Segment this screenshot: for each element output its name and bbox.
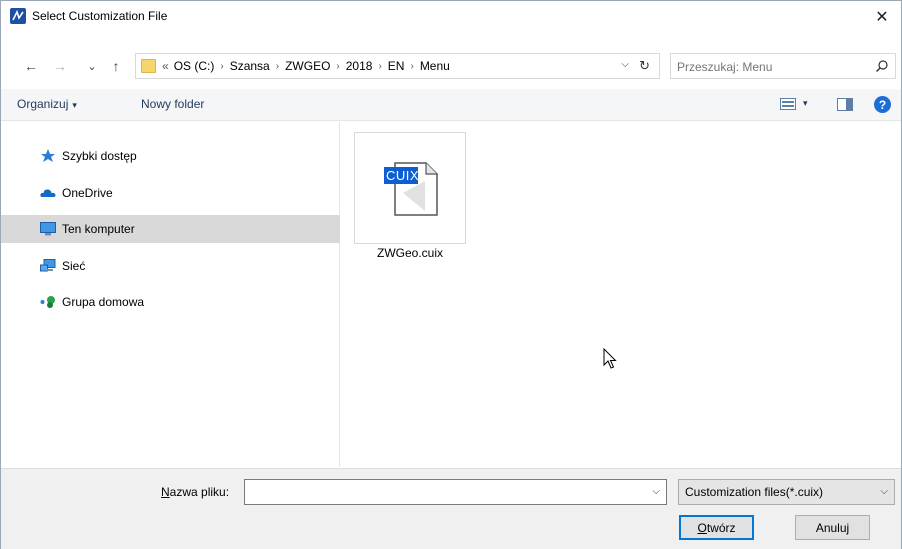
sidebar-item-label: Szybki dostęp bbox=[62, 149, 137, 163]
sidebar-item-label: Ten komputer bbox=[62, 222, 135, 236]
breadcrumb-separator-icon[interactable]: › bbox=[378, 61, 381, 72]
file-type-select[interactable]: Customization files(*.cuix) ⌵ bbox=[678, 479, 895, 505]
organize-label: Organizuj bbox=[17, 97, 69, 111]
breadcrumb-item[interactable]: EN bbox=[388, 59, 405, 73]
file-dialog: Select Customization File ✕ ← → ⌄ ↑ « OS… bbox=[0, 0, 902, 549]
new-folder-button[interactable]: Nowy folder bbox=[141, 97, 204, 111]
cloud-icon bbox=[40, 189, 56, 197]
folder-icon bbox=[141, 59, 156, 73]
open-button[interactable]: Otwórz bbox=[679, 515, 754, 540]
breadcrumb: « OS (C:) › Szansa › ZWGEO › 2018 › EN ›… bbox=[162, 59, 450, 73]
homegroup-icon bbox=[40, 296, 55, 308]
address-bar[interactable]: « OS (C:) › Szansa › ZWGEO › 2018 › EN ›… bbox=[135, 53, 660, 79]
navigation-pane: Szybki dostęp OneDrive Ten komputer Sieć bbox=[1, 122, 340, 467]
sidebar-item-label: Sieć bbox=[62, 259, 86, 273]
back-arrow-icon: ← bbox=[24, 58, 38, 74]
command-bar: Organizuj ▾ Nowy folder ▾ ? bbox=[1, 89, 901, 121]
breadcrumb-separator-icon[interactable]: › bbox=[220, 61, 223, 72]
breadcrumb-item[interactable]: ZWGEO bbox=[285, 59, 330, 73]
network-icon bbox=[40, 259, 56, 272]
star-pin-icon bbox=[41, 149, 55, 162]
breadcrumb-item[interactable]: 2018 bbox=[346, 59, 373, 73]
forward-arrow-icon: → bbox=[53, 58, 67, 74]
sidebar-item-homegroup[interactable]: Grupa domowa bbox=[1, 288, 340, 316]
up-button[interactable]: ↑ bbox=[106, 56, 126, 76]
up-arrow-icon: ↑ bbox=[112, 58, 120, 74]
filename-field[interactable] bbox=[249, 484, 639, 501]
filename-dropdown-icon[interactable]: ⌵ bbox=[652, 486, 660, 497]
file-name[interactable]: ZWGeo.cuix bbox=[354, 246, 466, 260]
cancel-button[interactable]: Anuluj bbox=[795, 515, 870, 540]
title-bar: Select Customization File ✕ bbox=[1, 1, 901, 32]
close-icon: ✕ bbox=[875, 8, 889, 26]
search-icon[interactable] bbox=[875, 59, 889, 73]
help-icon[interactable]: ? bbox=[874, 96, 891, 113]
refresh-icon[interactable]: ↻ bbox=[639, 58, 650, 74]
preview-pane-icon[interactable] bbox=[837, 98, 853, 111]
close-button[interactable]: ✕ bbox=[863, 1, 901, 32]
new-folder-label: Nowy folder bbox=[141, 97, 205, 111]
computer-icon bbox=[40, 222, 56, 236]
search-box[interactable] bbox=[670, 53, 896, 79]
mouse-cursor-icon bbox=[603, 348, 617, 369]
app-logo-icon bbox=[10, 8, 26, 24]
filename-label: Nazwa pliku: bbox=[161, 485, 230, 499]
forward-button[interactable]: → bbox=[50, 56, 70, 76]
sidebar-item-onedrive[interactable]: OneDrive bbox=[1, 179, 340, 207]
cuix-file-icon bbox=[384, 162, 438, 216]
window-title: Select Customization File bbox=[32, 9, 168, 23]
sidebar-item-label: OneDrive bbox=[62, 186, 113, 200]
back-button[interactable]: ← bbox=[21, 56, 41, 76]
breadcrumb-overflow[interactable]: « bbox=[162, 59, 169, 73]
breadcrumb-separator-icon[interactable]: › bbox=[410, 61, 413, 72]
breadcrumb-item[interactable]: Menu bbox=[420, 59, 450, 73]
address-row: ← → ⌄ ↑ « OS (C:) › Szansa › ZWGEO › 201… bbox=[1, 53, 901, 79]
organize-menu-button[interactable]: Organizuj ▾ bbox=[17, 97, 77, 111]
filename-combobox[interactable]: ⌵ bbox=[244, 479, 667, 505]
chevron-down-icon: ⌄ bbox=[87, 60, 97, 73]
sidebar-item-network[interactable]: Sieć bbox=[1, 252, 340, 280]
breadcrumb-item[interactable]: Szansa bbox=[230, 59, 270, 73]
breadcrumb-item[interactable]: OS (C:) bbox=[174, 59, 215, 73]
search-input[interactable] bbox=[677, 58, 867, 75]
footer-panel: Nazwa pliku: ⌵ Customization files(*.cui… bbox=[1, 468, 901, 549]
view-options-icon[interactable] bbox=[780, 98, 796, 110]
file-type-dropdown-icon: ⌵ bbox=[880, 486, 888, 497]
recent-locations-button[interactable]: ⌄ bbox=[82, 56, 102, 76]
sidebar-item-quick-access[interactable]: Szybki dostęp bbox=[1, 142, 340, 170]
address-dropdown-icon[interactable]: ⌵ bbox=[621, 59, 629, 70]
sidebar-item-label: Grupa domowa bbox=[62, 295, 145, 309]
file-item[interactable]: CUIX bbox=[354, 132, 466, 244]
file-type-value: Customization files(*.cuix) bbox=[685, 485, 824, 499]
breadcrumb-separator-icon[interactable]: › bbox=[276, 61, 279, 72]
file-list: CUIX ZWGeo.cuix bbox=[341, 122, 901, 467]
breadcrumb-separator-icon[interactable]: › bbox=[336, 61, 339, 72]
sidebar-item-this-pc[interactable]: Ten komputer bbox=[1, 215, 340, 243]
view-caret-icon[interactable]: ▾ bbox=[803, 98, 808, 109]
caret-down-icon: ▾ bbox=[72, 100, 77, 110]
cuix-badge: CUIX bbox=[386, 168, 420, 183]
